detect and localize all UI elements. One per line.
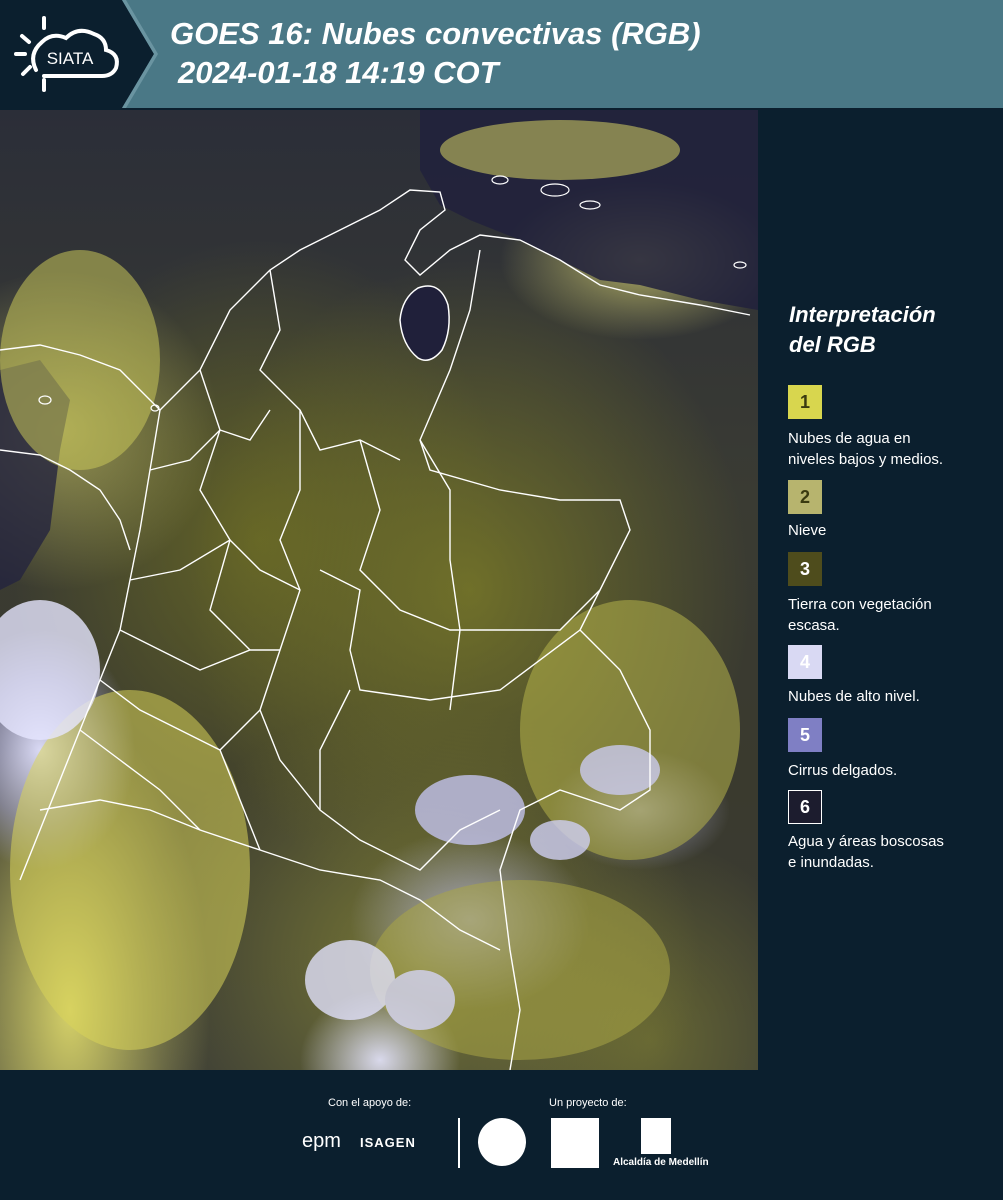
- legend-number: 6: [799, 796, 810, 817]
- siata-logo: SIATA: [14, 16, 119, 92]
- legend-label-line: Nubes de alto nivel.: [788, 688, 920, 705]
- legend-label-line: Nubes de agua en: [788, 430, 911, 447]
- page-timestamp: 2024-01-18 14:19 COT: [178, 55, 499, 90]
- page-title: GOES 16: Nubes convectivas (RGB): [170, 16, 701, 51]
- legend-swatch-5: 5: [788, 718, 822, 752]
- legend-swatch-3: 3: [788, 552, 822, 586]
- support-label: Con el apoyo de:: [328, 1097, 412, 1109]
- footer-divider: [458, 1118, 460, 1168]
- legend-label-5: Cirrus delgados.: [788, 760, 993, 781]
- alcaldia-emblem-icon: [641, 1118, 671, 1154]
- legend-label-6: Agua y áreas boscosas e inundadas.: [788, 831, 993, 873]
- alcaldia-logo-text: Alcaldía de Medellín: [613, 1157, 709, 1168]
- legend-label-line: Nieve: [788, 522, 827, 539]
- epm-logo: epm: [302, 1130, 341, 1152]
- legend-swatch-1: 1: [788, 385, 822, 419]
- map-overlay: [0, 110, 758, 1070]
- department-border: [419, 439, 461, 711]
- legend-title-line2: del RGB: [789, 332, 876, 357]
- legend-label-3: Tierra con vegetación escasa.: [788, 594, 993, 636]
- legend-label-line: Cirrus delgados.: [788, 762, 898, 779]
- department-border: [259, 410, 321, 811]
- legend-number: 3: [799, 558, 810, 579]
- department-border: [119, 629, 280, 671]
- isagen-logo: ISAGEN: [360, 1135, 416, 1150]
- area-metropolitana-logo: [551, 1118, 599, 1168]
- legend-label-4: Nubes de alto nivel.: [788, 686, 993, 707]
- satellite-rgb-map: [0, 110, 758, 1070]
- legend-swatch-2: 2: [788, 480, 822, 514]
- legend-label-2: Nieve: [788, 520, 993, 541]
- project-label: Un proyecto de:: [549, 1097, 627, 1109]
- legend-number: 5: [799, 724, 810, 745]
- legend-label-line: e inundadas.: [788, 854, 874, 871]
- legend-label-line: Tierra con vegetación: [788, 596, 932, 613]
- legend-title: Interpretación del RGB: [789, 300, 989, 360]
- legend-label-1: Nubes de agua en niveles bajos y medios.: [788, 428, 993, 470]
- sun-ray-icon: [21, 65, 32, 76]
- legend-number: 4: [799, 651, 810, 672]
- legend-number: 2: [799, 486, 810, 507]
- sun-ray-icon: [20, 34, 31, 44]
- department-border: [199, 369, 251, 651]
- department-border: [129, 539, 301, 591]
- legend-number: 1: [799, 391, 810, 412]
- legend-swatch-6: 6: [788, 790, 822, 824]
- legend-label-line: Agua y áreas boscosas: [788, 833, 944, 850]
- department-border: [359, 439, 601, 631]
- department-border: [259, 269, 401, 461]
- logo-text: SIATA: [47, 49, 94, 68]
- header-bar: SIATA GOES 16: Nubes convectivas (RGB) 2…: [0, 0, 1003, 108]
- medellin-seal-icon: [478, 1118, 526, 1166]
- legend-label-line: escasa.: [788, 617, 840, 634]
- lake-maracaibo: [399, 285, 450, 361]
- legend-swatch-4: 4: [788, 645, 822, 679]
- legend-title-line1: Interpretación: [789, 302, 936, 327]
- legend-label-line: niveles bajos y medios.: [788, 451, 944, 468]
